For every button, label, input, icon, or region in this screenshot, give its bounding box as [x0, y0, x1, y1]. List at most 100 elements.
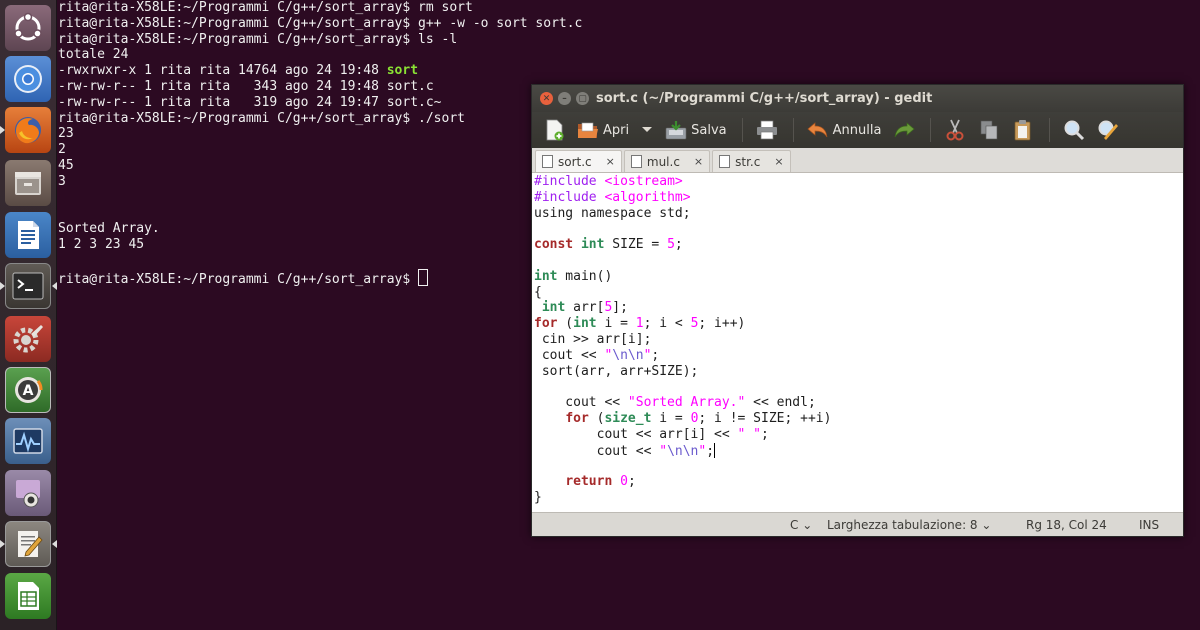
- toolbar: Apri Salva Annulla: [532, 112, 1183, 148]
- code-line: #include <algorithm>: [534, 189, 691, 205]
- code-line: cout << "\n\n";: [534, 347, 660, 363]
- open-folder-icon: [577, 119, 599, 141]
- code-line: cout << "Sorted Array." << endl;: [534, 395, 816, 411]
- software-updater-icon[interactable]: A: [5, 367, 51, 413]
- toolbar-separator: [792, 118, 794, 142]
- open-button[interactable]: Apri: [572, 116, 634, 144]
- code-line: using namespace std;: [534, 205, 691, 221]
- chevron-down-icon: ⌄: [802, 518, 813, 532]
- text-caret: [714, 442, 716, 458]
- minimize-window-button[interactable]: –: [558, 92, 571, 105]
- code-line: for (size_t i = 0; i != SIZE; ++i): [565, 410, 832, 426]
- tab-label: sort.c: [558, 154, 592, 169]
- language-label: C: [790, 518, 799, 532]
- system-monitor-icon[interactable]: [5, 418, 51, 464]
- code-line: cout << "\n\n";: [534, 442, 716, 459]
- libreoffice-calc-icon[interactable]: [5, 573, 51, 619]
- gedit-window: ✕ – ▢ sort.c (~/Programmi C/g++/sort_arr…: [531, 84, 1184, 537]
- terminal-cursor: [418, 268, 429, 286]
- tab-width-selector[interactable]: Larghezza tabulazione: 8 ⌄: [827, 518, 991, 532]
- tab-sort-c[interactable]: sort.c ×: [535, 150, 622, 172]
- clipboard-icon: [1012, 119, 1034, 141]
- code-line: const int SIZE = 5;: [534, 237, 683, 253]
- redo-button[interactable]: [888, 116, 920, 144]
- document-tabs: sort.c × mul.c × str.c ×: [532, 148, 1183, 173]
- code-line: cout << arr[i] << " ";: [534, 426, 769, 442]
- maximize-window-button[interactable]: ▢: [576, 92, 589, 105]
- code-line: {: [534, 284, 542, 300]
- document-icon: [719, 155, 731, 168]
- terminal-line: totale 24: [58, 47, 129, 63]
- save-button[interactable]: Salva: [660, 116, 732, 144]
- code-line: }: [534, 489, 542, 505]
- code-editor[interactable]: #include <iostream> #include <algorithm>…: [532, 174, 1183, 513]
- toolbar-separator: [741, 118, 743, 142]
- save-icon: [665, 119, 687, 141]
- cheese-webcam-icon[interactable]: [5, 470, 51, 516]
- tab-width-label: Larghezza tabulazione: 8: [827, 518, 978, 532]
- code-line: for (int i = 1; i < 5; i++): [534, 316, 746, 332]
- new-document-icon: [543, 119, 565, 141]
- terminal-line: rita@rita-X58LE:~/Programmi C/g++/sort_a…: [58, 15, 583, 31]
- tab-label: mul.c: [646, 154, 680, 169]
- find-replace-icon: [1097, 119, 1119, 141]
- open-label: Apri: [603, 122, 630, 138]
- code-line: int arr[5];: [541, 300, 628, 316]
- chevron-down-icon: [641, 123, 653, 138]
- tab-str-c[interactable]: str.c ×: [712, 150, 791, 172]
- close-window-button[interactable]: ✕: [540, 92, 553, 105]
- code-line: int main(): [534, 268, 613, 284]
- document-icon: [630, 155, 642, 168]
- undo-label: Annulla: [832, 122, 882, 138]
- redo-arrow-icon: [893, 119, 915, 141]
- close-tab-icon[interactable]: ×: [606, 155, 615, 168]
- save-label: Salva: [691, 122, 727, 138]
- file-permissions-entry: -rwxrwxr-x 1 rita rita 14764 ago 24 19:4…: [58, 63, 387, 79]
- terminal-line: -rwxrwxr-x 1 rita rita 14764 ago 24 19:4…: [58, 63, 658, 79]
- executable-filename: sort: [386, 63, 419, 79]
- system-settings-icon[interactable]: [5, 316, 51, 362]
- language-selector[interactable]: C ⌄: [790, 518, 812, 532]
- cut-button[interactable]: [939, 116, 971, 144]
- printer-icon: [756, 119, 778, 141]
- window-title: sort.c (~/Programmi C/g++/sort_array) - …: [596, 91, 933, 106]
- undo-arrow-icon: [807, 119, 829, 141]
- files-icon[interactable]: [5, 160, 51, 206]
- status-bar: C ⌄ Larghezza tabulazione: 8 ⌄ Rg 18, Co…: [532, 512, 1183, 536]
- cursor-position: Rg 18, Col 24: [1026, 518, 1107, 532]
- scissors-icon: [944, 119, 966, 141]
- svg-text:A: A: [23, 383, 34, 399]
- close-tab-icon[interactable]: ×: [694, 155, 703, 168]
- close-tab-icon[interactable]: ×: [774, 155, 783, 168]
- libreoffice-writer-icon[interactable]: [5, 212, 51, 258]
- code-line: #include <iostream>: [534, 174, 683, 189]
- text-editor-icon[interactable]: [5, 521, 51, 567]
- chromium-icon[interactable]: [5, 56, 51, 102]
- code-line: cin >> arr[i];: [534, 331, 652, 347]
- new-document-button[interactable]: [538, 116, 570, 144]
- ubuntu-dash-icon[interactable]: [5, 5, 51, 51]
- open-recent-dropdown[interactable]: [636, 116, 658, 144]
- copy-button[interactable]: [973, 116, 1005, 144]
- code-line: sort(arr, arr+SIZE);: [534, 363, 699, 379]
- window-titlebar[interactable]: ✕ – ▢ sort.c (~/Programmi C/g++/sort_arr…: [532, 85, 1183, 112]
- undo-button[interactable]: Annulla: [802, 116, 887, 144]
- print-button[interactable]: [751, 116, 783, 144]
- firefox-icon[interactable]: [5, 107, 51, 153]
- toolbar-separator: [930, 118, 932, 142]
- find-replace-button[interactable]: [1092, 116, 1124, 144]
- terminal-prompt: rita@rita-X58LE:~/Programmi C/g++/sort_a…: [58, 271, 419, 287]
- terminal-line: rita@rita-X58LE:~/Programmi C/g++/sort_a…: [58, 0, 473, 15]
- insert-mode: INS: [1139, 518, 1160, 532]
- code-line: return 0;: [565, 474, 636, 490]
- find-button[interactable]: [1058, 116, 1090, 144]
- paste-button[interactable]: [1007, 116, 1039, 144]
- tab-mul-c[interactable]: mul.c ×: [623, 150, 711, 172]
- search-icon: [1063, 119, 1085, 141]
- copy-icon: [978, 119, 1000, 141]
- terminal-icon[interactable]: [5, 263, 51, 309]
